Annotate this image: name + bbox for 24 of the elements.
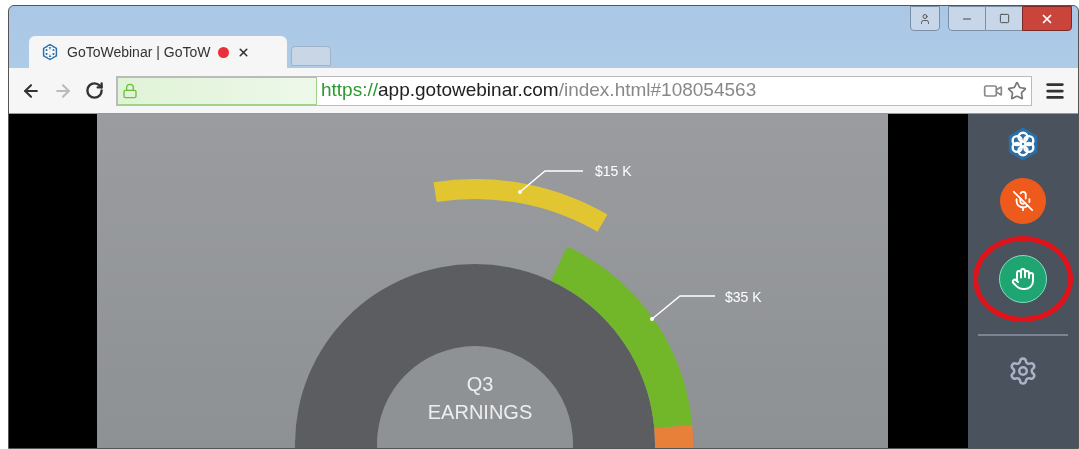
maximize-icon: [998, 13, 1010, 24]
settings-icon: [1008, 356, 1038, 386]
data-label: $15 K: [595, 163, 632, 179]
close-window-button[interactable]: [1022, 6, 1072, 31]
bookmark-star-icon[interactable]: [1007, 80, 1027, 101]
maximize-button[interactable]: [986, 6, 1022, 31]
person-icon: [919, 12, 931, 25]
chart-title: Q3: [466, 373, 494, 395]
hand-icon: [1011, 267, 1035, 291]
reload-icon[interactable]: [85, 81, 104, 100]
address-field[interactable]: https://app.gotowebinar.com/index.html#108054563: [116, 75, 1032, 106]
mute-button[interactable]: [1000, 178, 1046, 224]
microphone-off-icon: [1012, 190, 1034, 212]
leader-line: [518, 170, 584, 194]
raise-hand-button[interactable]: [999, 255, 1047, 303]
leader-line: [650, 295, 716, 321]
lock-icon: [122, 82, 138, 99]
flower-logo-icon: [41, 43, 59, 61]
chart-title: EARNINGS: [427, 401, 533, 423]
url-text: https://app.gotowebinar.com/index.html#108054563: [320, 78, 757, 103]
data-label: $35 K: [725, 289, 762, 305]
profile-button[interactable]: [910, 6, 940, 31]
browser-tab[interactable]: GoToWebinar | GoToW: [29, 36, 287, 68]
tab-title: GoToWebinar | GoToW: [67, 42, 211, 62]
